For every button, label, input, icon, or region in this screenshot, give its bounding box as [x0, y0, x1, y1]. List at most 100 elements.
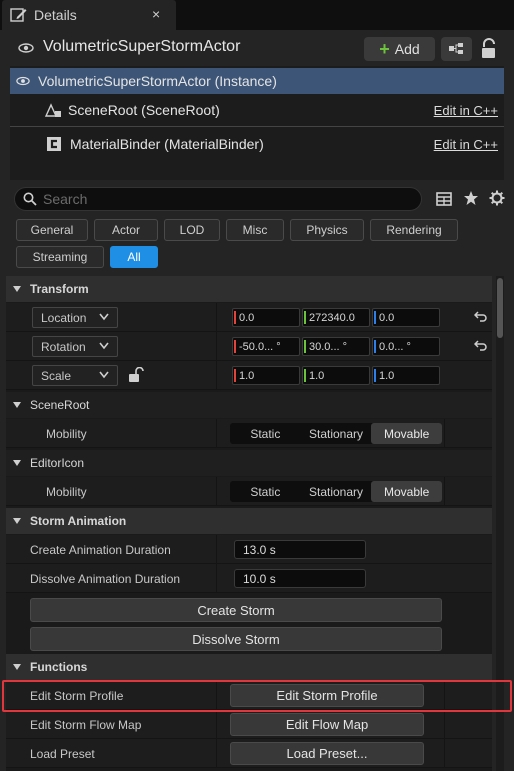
rotation-dropdown[interactable]: Rotation [32, 336, 118, 357]
dropdown-label: Location [41, 310, 87, 325]
property-label: Create Animation Duration [30, 543, 171, 557]
mobility-stationary[interactable]: Stationary [301, 481, 372, 502]
edit-in-cpp-link[interactable]: Edit in C++ [434, 103, 498, 118]
scale-x-input[interactable]: 1.0 [232, 366, 300, 385]
y-axis-marker [304, 369, 306, 382]
scrollbar[interactable] [496, 276, 504, 771]
property-row-create-duration: Create Animation Duration 13.0 s [6, 535, 492, 564]
edit-storm-profile-button[interactable]: Edit Storm Profile [230, 684, 424, 707]
value-text: 1.0 [379, 369, 395, 382]
dissolve-duration-input[interactable]: 10.0 s [234, 569, 366, 588]
location-z-input[interactable]: 0.0 [372, 308, 440, 327]
column-divider [216, 564, 217, 593]
mobility-static[interactable]: Static [230, 481, 301, 502]
function-row-edit-flow-map: Edit Storm Flow Map Edit Flow Map [6, 710, 492, 739]
create-duration-input[interactable]: 13.0 s [234, 540, 366, 559]
z-axis-marker [374, 340, 376, 353]
filter-misc[interactable]: Misc [226, 219, 284, 241]
dissolve-storm-button[interactable]: Dissolve Storm [30, 627, 442, 651]
chevron-down-icon [99, 342, 109, 350]
filter-bar-row2: Streaming All [16, 246, 496, 268]
search-placeholder: Search [43, 191, 88, 207]
add-component-button[interactable]: + Add [364, 37, 435, 61]
component-row-materialbinder[interactable]: MaterialBinder (MaterialBinder) Edit in … [10, 131, 504, 157]
filter-physics[interactable]: Physics [290, 219, 364, 241]
section-title: Transform [30, 282, 89, 296]
section-title: Functions [30, 660, 88, 674]
dropdown-label: Rotation [41, 339, 86, 354]
filter-bar: General Actor LOD Misc Physics Rendering [16, 219, 496, 241]
component-label: SceneRoot (SceneRoot) [68, 102, 220, 118]
section-title: EditorIcon [30, 456, 85, 470]
property-row-location: Location 0.0 272340.0 0.0 [6, 303, 492, 332]
chevron-down-icon [13, 286, 21, 292]
section-title: SceneRoot [30, 398, 90, 412]
rotation-x-input[interactable]: -50.0... ° [232, 337, 300, 356]
column-divider [216, 303, 217, 332]
search-input[interactable]: Search [14, 187, 422, 211]
filter-actor[interactable]: Actor [94, 219, 158, 241]
load-preset-button[interactable]: Load Preset... [230, 742, 424, 765]
filter-general[interactable]: General [16, 219, 88, 241]
function-row-edit-storm-profile: Edit Storm Profile Edit Storm Profile [6, 681, 492, 710]
create-storm-button[interactable]: Create Storm [30, 598, 442, 622]
blueprint-button[interactable] [441, 37, 472, 61]
component-label: VolumetricSuperStormActor (Instance) [38, 73, 277, 89]
filter-streaming[interactable]: Streaming [16, 246, 104, 268]
cpp-class-icon [47, 137, 61, 151]
filter-lod[interactable]: LOD [164, 219, 220, 241]
y-axis-marker [304, 311, 306, 324]
mobility-movable[interactable]: Movable [371, 481, 443, 502]
tab-bar: Details × [0, 0, 514, 30]
reset-icon[interactable] [474, 311, 488, 323]
tab-details[interactable]: Details × [2, 0, 176, 30]
column-divider [444, 477, 445, 506]
column-divider [444, 681, 445, 710]
reset-icon[interactable] [474, 340, 488, 352]
unlock-icon[interactable] [128, 367, 144, 383]
mobility-stationary[interactable]: Stationary [301, 423, 372, 444]
filter-all[interactable]: All [110, 246, 158, 268]
scale-y-input[interactable]: 1.0 [302, 366, 370, 385]
column-divider [216, 710, 217, 739]
table-view-icon[interactable] [436, 191, 452, 207]
edit-in-cpp-link[interactable]: Edit in C++ [434, 137, 498, 152]
filter-rendering[interactable]: Rendering [370, 219, 458, 241]
property-label: Mobility [46, 485, 87, 499]
scene-component-icon [44, 103, 61, 117]
rotation-z-input[interactable]: 0.0... ° [372, 337, 440, 356]
lock-icon[interactable] [480, 38, 500, 60]
column-divider [216, 419, 217, 448]
details-panel: VolumetricSuperStormActor + Add Volumetr… [0, 30, 514, 771]
scale-z-input[interactable]: 1.0 [372, 366, 440, 385]
section-functions[interactable]: Functions [6, 654, 492, 680]
location-y-input[interactable]: 272340.0 [302, 308, 370, 327]
function-row-load-preset: Load Preset Load Preset... [6, 739, 492, 768]
star-icon[interactable] [463, 190, 479, 206]
section-storm-animation[interactable]: Storm Animation [6, 508, 492, 534]
close-icon[interactable]: × [152, 6, 160, 22]
location-dropdown[interactable]: Location [32, 307, 118, 328]
property-row-rotation: Rotation -50.0... ° 30.0... ° 0.0... ° [6, 332, 492, 361]
chevron-down-icon [13, 402, 21, 408]
function-label: Edit Storm Flow Map [30, 718, 142, 732]
section-editoricon[interactable]: EditorIcon [6, 450, 492, 476]
mobility-static[interactable]: Static [230, 423, 301, 444]
value-text: 0.0 [379, 311, 395, 324]
location-x-input[interactable]: 0.0 [232, 308, 300, 327]
mobility-movable[interactable]: Movable [371, 423, 443, 444]
gear-icon[interactable] [489, 190, 505, 206]
dropdown-label: Scale [41, 368, 72, 383]
edit-flow-map-button[interactable]: Edit Flow Map [230, 713, 424, 736]
y-axis-marker [304, 340, 306, 353]
x-axis-marker [234, 369, 236, 382]
section-sceneroot[interactable]: SceneRoot [6, 392, 492, 418]
section-title: Storm Animation [30, 514, 127, 528]
scale-dropdown[interactable]: Scale [32, 365, 118, 386]
section-transform[interactable]: Transform [6, 276, 492, 302]
actor-icon [18, 43, 34, 53]
rotation-y-input[interactable]: 30.0... ° [302, 337, 370, 356]
scrollbar-thumb[interactable] [497, 278, 503, 338]
component-instance-row[interactable]: VolumetricSuperStormActor (Instance) [10, 68, 504, 94]
component-row-sceneroot[interactable]: SceneRoot (SceneRoot) Edit in C++ [10, 97, 504, 123]
